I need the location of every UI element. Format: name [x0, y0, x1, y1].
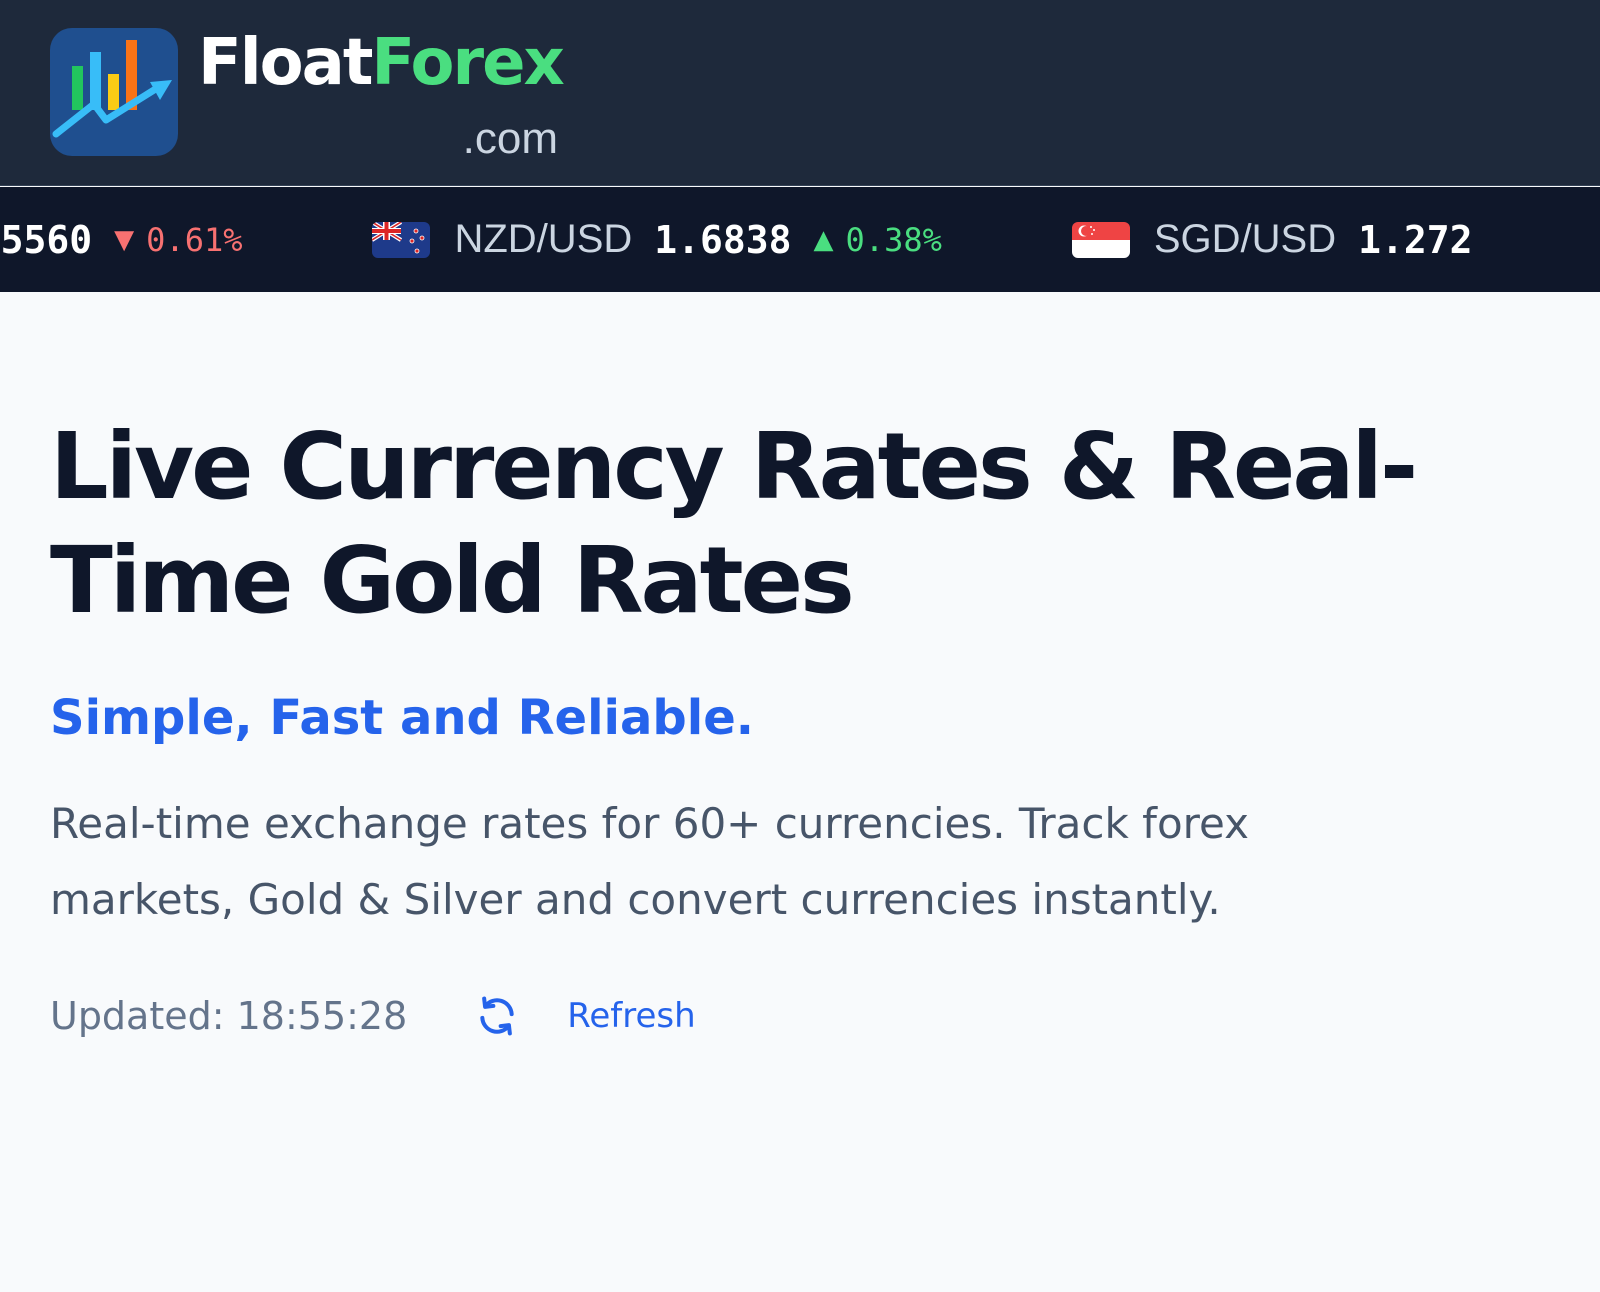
up-arrow-icon: ▲: [813, 224, 834, 255]
hero-description: Real-time exchange rates for 60+ currenc…: [50, 799, 1249, 924]
brand-name-float: Float: [198, 26, 373, 100]
ticker-change: 0.61%: [146, 220, 243, 259]
ticker-pair: SGD/USD: [1153, 217, 1337, 261]
brand-name-forex: Forex: [371, 26, 564, 100]
ticker-item[interactable]: 95.5560 ▼ 0.61%: [0, 218, 242, 262]
refresh-icon[interactable]: [475, 994, 519, 1038]
sg-flag-icon: [1071, 221, 1130, 258]
rate-ticker: 95.5560 ▼ 0.61%: [0, 187, 1600, 292]
ticker-change: 0.38%: [845, 220, 942, 259]
down-arrow-icon: ▼: [114, 224, 135, 255]
site-header: FloatForex .com: [0, 0, 1600, 186]
update-row: Updated: 18:55:28 Refresh: [50, 994, 1500, 1038]
page-title: Live Currency Rates & Real-Time Gold Rat…: [50, 413, 1418, 634]
ticker-rate: 1.6838: [654, 217, 792, 262]
chart-logo-icon: [50, 28, 178, 156]
ticker-item[interactable]: NZD/USD 1.6838 ▲ 0.38%: [372, 217, 942, 262]
hero-subtitle: Simple, Fast and Reliable.: [50, 690, 754, 746]
brand-link[interactable]: FloatForex .com: [50, 28, 565, 168]
refresh-button[interactable]: Refresh: [567, 996, 695, 1036]
ticker-item[interactable]: SGD/USD 1.272: [1071, 217, 1495, 262]
brand-name: FloatForex: [198, 26, 565, 100]
ticker-track: 95.5560 ▼ 0.61%: [0, 187, 1600, 292]
brand-wordmark: FloatForex .com: [198, 28, 565, 168]
updated-timestamp: Updated: 18:55:28: [50, 994, 408, 1038]
ticker-rate: 95.5560: [0, 217, 93, 262]
hero-section: Live Currency Rates & Real-Time Gold Rat…: [50, 410, 1500, 1038]
ticker-rate: 1.272: [1358, 217, 1473, 262]
ticker-pair: NZD/USD: [454, 217, 633, 261]
brand-tld: .com: [462, 114, 558, 163]
nz-flag-icon: [372, 221, 431, 258]
